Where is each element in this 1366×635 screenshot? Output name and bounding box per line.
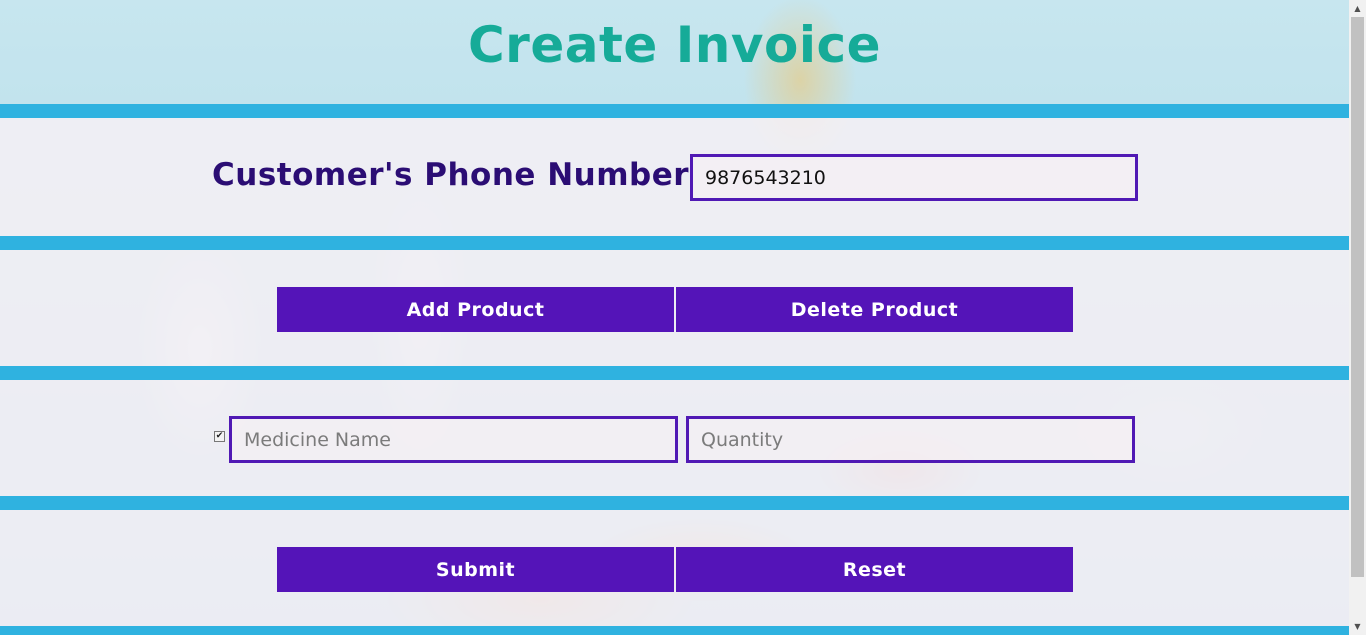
scroll-up-arrow-icon[interactable]: ▲ bbox=[1349, 0, 1366, 17]
product-actions-section bbox=[0, 236, 1349, 367]
reset-button[interactable]: Reset bbox=[676, 547, 1073, 592]
scroll-down-arrow-icon[interactable]: ▼ bbox=[1349, 618, 1366, 635]
scrollbar-thumb[interactable] bbox=[1351, 17, 1364, 577]
add-product-button[interactable]: Add Product bbox=[277, 287, 674, 332]
delete-product-button[interactable]: Delete Product bbox=[676, 287, 1073, 332]
phone-label: Customer's Phone Number bbox=[212, 157, 690, 193]
submit-button[interactable]: Submit bbox=[277, 547, 674, 592]
medicine-name-input[interactable] bbox=[229, 416, 678, 463]
product-row-checkbox[interactable]: ✔ bbox=[214, 431, 225, 442]
quantity-input[interactable] bbox=[686, 416, 1135, 463]
page-title: Create Invoice bbox=[467, 16, 882, 74]
phone-input[interactable] bbox=[690, 154, 1138, 201]
form-actions-section bbox=[0, 496, 1349, 635]
vertical-scrollbar[interactable]: ▲ ▼ bbox=[1349, 0, 1366, 635]
